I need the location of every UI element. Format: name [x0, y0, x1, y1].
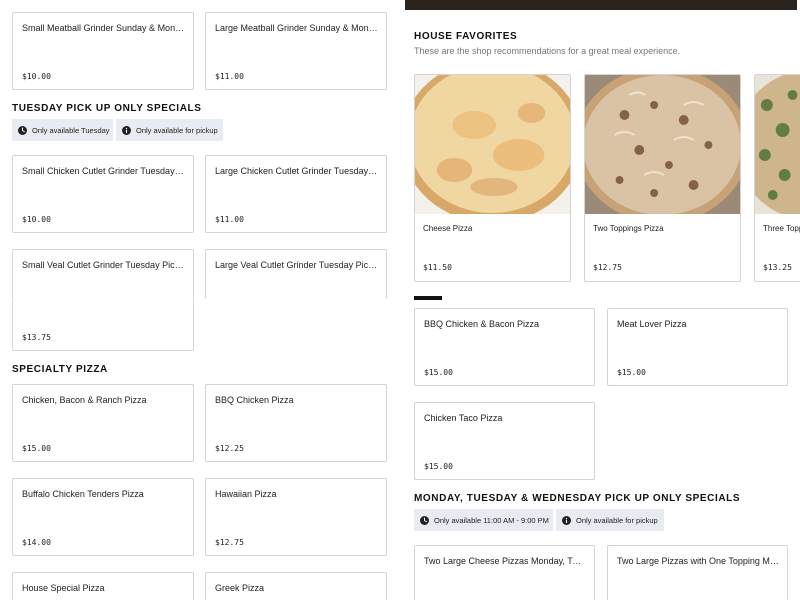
menu-item-card[interactable]: Two Large Pizzas with One Topping Monday…: [607, 545, 788, 600]
left-menu-column: Small Meatball Grinder Sunday & Monday $…: [0, 0, 400, 600]
menu-item-name: Buffalo Chicken Tenders Pizza: [22, 489, 144, 499]
chip-label: Only available Tuesday: [32, 125, 110, 135]
menu-item-card[interactable]: BBQ Chicken Pizza $12.25: [205, 384, 387, 462]
menu-item-card[interactable]: Large Meatball Grinder Sunday & Monday $…: [205, 12, 387, 90]
availability-chip-pickup: Only available for pickup: [116, 119, 223, 141]
menu-item-price: $10.00: [22, 72, 51, 81]
favorite-name: Cheese Pizza: [423, 224, 473, 233]
menu-item-name: Chicken Taco Pizza: [424, 413, 503, 423]
menu-item-name: Small Chicken Cutlet Grinder Tuesday Pic…: [22, 166, 185, 176]
favorite-price: $11.50: [423, 263, 452, 272]
info-icon: [562, 515, 571, 525]
menu-item-price: $11.00: [215, 72, 244, 81]
menu-item-card[interactable]: Meat Lover Pizza $15.00: [607, 308, 788, 386]
menu-item-card[interactable]: Chicken, Bacon & Ranch Pizza $15.00: [12, 384, 194, 462]
menu-item-name: Large Meatball Grinder Sunday & Monday: [215, 23, 378, 33]
section-heading-tuesday: TUESDAY PICK UP ONLY SPECIALS: [12, 103, 202, 114]
section-heading-specialty: SPECIALTY PIZZA: [12, 364, 108, 375]
menu-item-name: Meat Lover Pizza: [617, 319, 687, 329]
menu-item-price: $15.00: [424, 462, 453, 471]
menu-item-price: $15.00: [424, 368, 453, 377]
menu-item-card[interactable]: Small Veal Cutlet Grinder Tuesday Pick U…: [12, 249, 194, 299]
two-toppings-pizza-photo: [585, 75, 740, 214]
info-icon: [122, 125, 131, 135]
section-heading-favorites: HOUSE FAVORITES: [414, 31, 518, 42]
favorite-card[interactable]: Three Toppings Pizza $13.25: [754, 74, 800, 282]
menu-item-name: Two Large Pizzas with One Topping Monday…: [617, 556, 779, 566]
favorite-name: Two Toppings Pizza: [593, 224, 664, 233]
menu-item-name: BBQ Chicken Pizza: [215, 395, 294, 405]
menu-item-card[interactable]: Small Chicken Cutlet Grinder Tuesday Pic…: [12, 155, 194, 233]
menu-item-card[interactable]: House Special Pizza: [12, 572, 194, 600]
menu-item-price: $14.00: [22, 538, 51, 547]
cheese-pizza-photo: [415, 75, 570, 214]
availability-chip-hours: Only available 11:00 AM - 9:00 PM: [414, 509, 553, 531]
menu-item-price: $11.00: [215, 215, 244, 224]
menu-item-name: Chicken, Bacon & Ranch Pizza: [22, 395, 147, 405]
clock-icon: [18, 125, 27, 135]
menu-item-card[interactable]: Large Veal Cutlet Grinder Tuesday Pick U…: [205, 249, 387, 299]
chip-label: Only available for pickup: [136, 125, 218, 135]
availability-chip-pickup: Only available for pickup: [556, 509, 664, 531]
menu-item-price: $12.25: [215, 444, 244, 453]
favorite-price: $13.25: [763, 263, 792, 272]
menu-item-card[interactable]: Small Meatball Grinder Sunday & Monday $…: [12, 12, 194, 90]
favorite-name: Three Toppings Pizza: [763, 224, 800, 233]
menu-item-card[interactable]: Chicken Taco Pizza $15.00: [414, 402, 595, 480]
menu-item-price: $10.00: [22, 215, 51, 224]
right-menu-column: HOUSE FAVORITES These are the shop recom…: [400, 0, 800, 600]
menu-item-name: BBQ Chicken & Bacon Pizza: [424, 319, 540, 329]
menu-item-name: Two Large Cheese Pizzas Monday, Tuesday …: [424, 556, 586, 566]
availability-chip-day: Only available Tuesday: [12, 119, 113, 141]
menu-item-name: Hawaiian Pizza: [215, 489, 277, 499]
menu-item-name: Small Meatball Grinder Sunday & Monday: [22, 23, 185, 33]
menu-item-price: $15.00: [617, 368, 646, 377]
section-heading-pizza-clipped: [414, 296, 442, 300]
menu-item-price: $13.75: [22, 333, 51, 342]
favorite-price: $12.75: [593, 263, 622, 272]
clock-icon: [420, 515, 429, 525]
chip-label: Only available for pickup: [576, 515, 658, 525]
three-toppings-pizza-photo: [755, 75, 800, 214]
menu-item-name: Large Chicken Cutlet Grinder Tuesday Pic…: [215, 166, 378, 176]
menu-item-name: Small Veal Cutlet Grinder Tuesday Pick U…: [22, 260, 185, 270]
section-subtitle: These are the shop recommendations for a…: [414, 46, 681, 56]
menu-item-name: House Special Pizza: [22, 583, 105, 593]
favorite-card[interactable]: Cheese Pizza $11.50: [414, 74, 571, 282]
menu-item-card[interactable]: $13.75: [12, 299, 194, 351]
menu-item-price: $12.75: [215, 538, 244, 547]
menu-item-card[interactable]: Hawaiian Pizza $12.75: [205, 478, 387, 556]
menu-item-card[interactable]: Buffalo Chicken Tenders Pizza $14.00: [12, 478, 194, 556]
section-heading-mtw: MONDAY, TUESDAY & WEDNESDAY PICK UP ONLY…: [414, 493, 741, 504]
menu-item-card[interactable]: BBQ Chicken & Bacon Pizza $15.00: [414, 308, 595, 386]
favorite-card[interactable]: Two Toppings Pizza $12.75: [584, 74, 741, 282]
menu-item-name: Greek Pizza: [215, 583, 265, 593]
chip-label: Only available 11:00 AM - 9:00 PM: [434, 515, 549, 525]
menu-item-name: Large Veal Cutlet Grinder Tuesday Pick U…: [215, 260, 378, 270]
menu-item-card[interactable]: Greek Pizza: [205, 572, 387, 600]
menu-item-card[interactable]: Large Chicken Cutlet Grinder Tuesday Pic…: [205, 155, 387, 233]
menu-item-card[interactable]: Two Large Cheese Pizzas Monday, Tuesday …: [414, 545, 595, 600]
menu-item-price: $15.00: [22, 444, 51, 453]
